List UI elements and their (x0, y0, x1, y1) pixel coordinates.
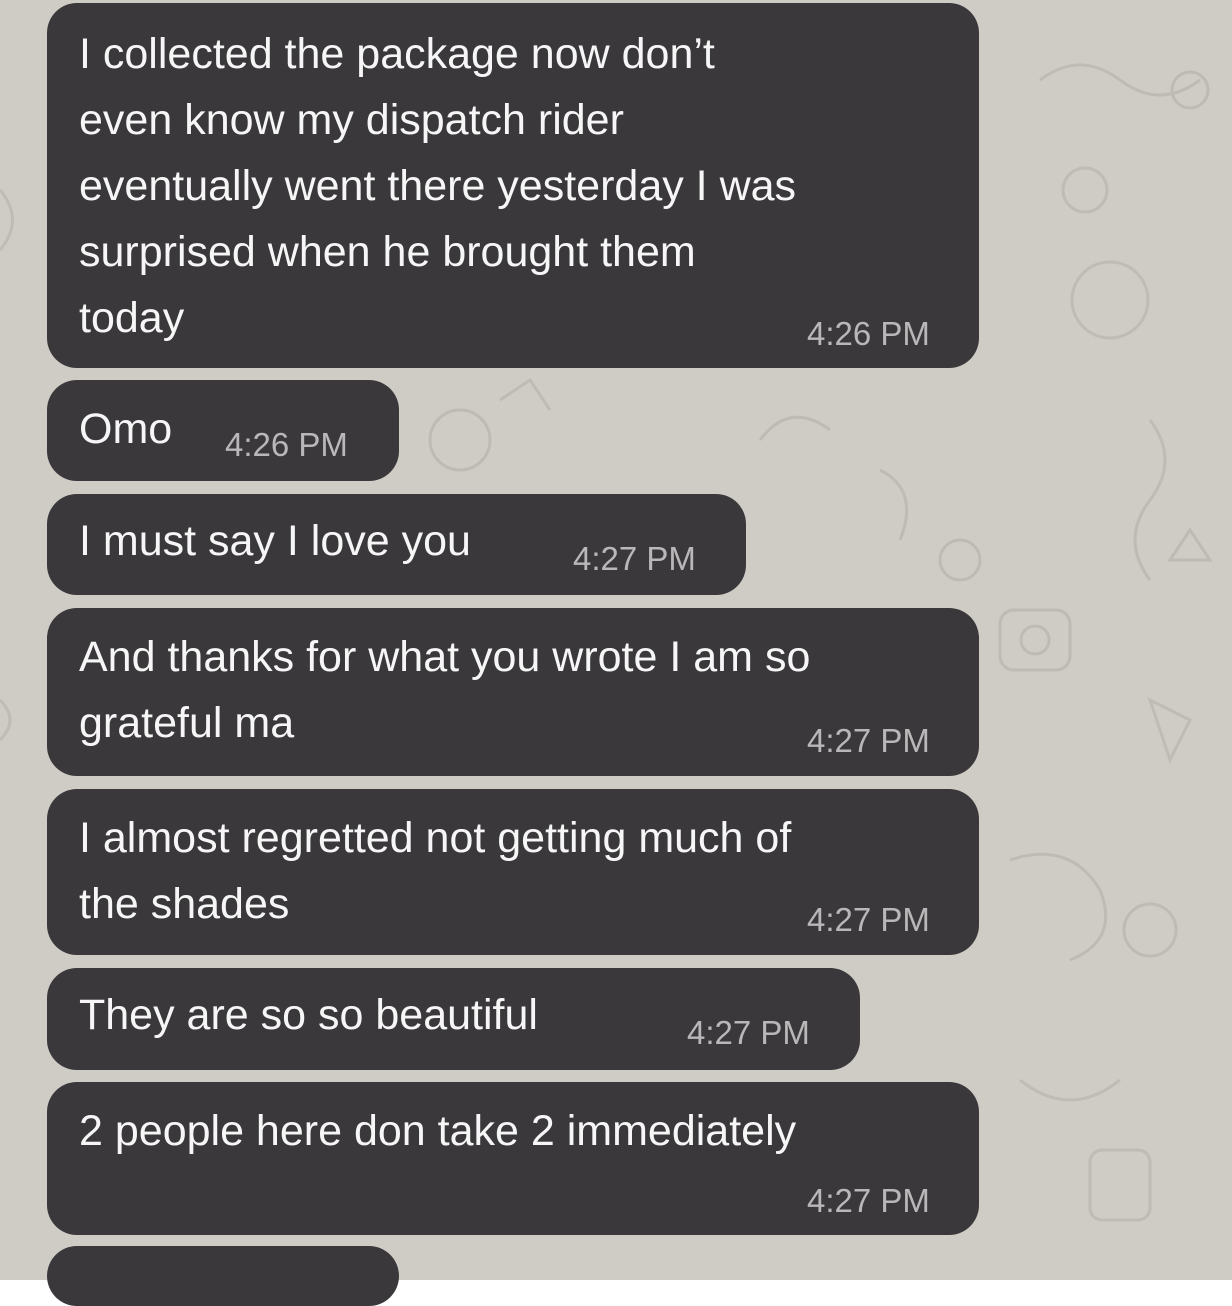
message-text: They are so so beautiful (79, 991, 538, 1039)
message-bubble[interactable]: I must say I love you 4:27 PM (47, 494, 746, 595)
message-bubble[interactable]: I almost regretted not getting much of t… (47, 789, 979, 955)
message-bubble[interactable]: I collected the package now don’t even k… (47, 3, 979, 368)
message-timestamp: 4:27 PM (573, 540, 696, 577)
message-text: I collected the package now don’t even k… (79, 30, 797, 342)
message-timestamp: 4:27 PM (807, 1182, 930, 1219)
message-bubble[interactable]: And thanks for what you wrote I am so gr… (47, 608, 979, 776)
message-text: Omo (79, 405, 173, 453)
message-timestamp: 4:26 PM (225, 426, 348, 463)
message-text: 2 people here don take 2 immediately (79, 1107, 797, 1155)
message-timestamp: 4:27 PM (807, 722, 930, 759)
message-timestamp: 4:27 PM (807, 901, 930, 938)
message-timestamp: 4:27 PM (687, 1014, 810, 1051)
message-bubble[interactable]: They are so so beautiful 4:27 PM (47, 968, 860, 1070)
message-bubble[interactable]: 2 people here don take 2 immediately 4:2… (47, 1082, 979, 1235)
message-timestamp: 4:26 PM (807, 315, 930, 352)
message-text: I almost regretted not getting much of t… (79, 814, 792, 928)
message-text: And thanks for what you wrote I am so gr… (79, 633, 811, 747)
message-bubble[interactable]: Omo 4:26 PM (47, 380, 399, 481)
message-text: I must say I love you (79, 517, 471, 565)
message-bubble-partial[interactable] (47, 1246, 399, 1306)
